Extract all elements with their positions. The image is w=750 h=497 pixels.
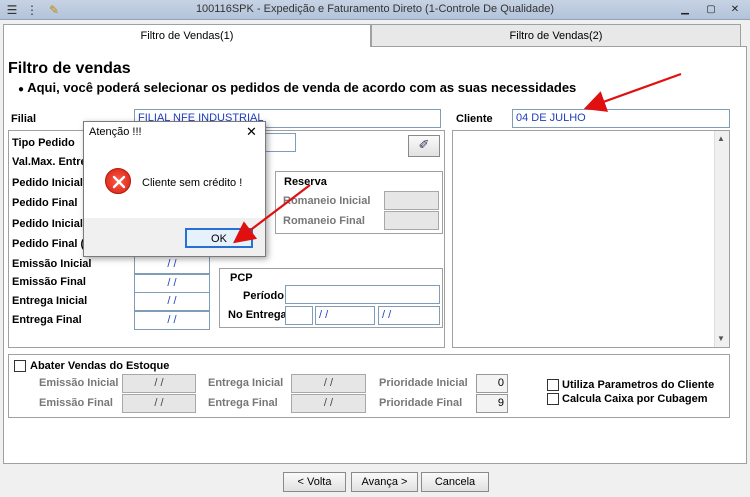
abater-entrega-inicial-label: Entrega Inicial — [208, 377, 284, 389]
clear-filter-button[interactable]: ✐ — [408, 135, 440, 157]
abater-emissao-inicial-label: Emissão Inicial — [39, 377, 119, 389]
entrega-final-input[interactable]: / / — [134, 311, 210, 330]
pcp-date-start-input[interactable]: / / — [315, 306, 375, 325]
romaneio-final-label: Romaneio Final — [283, 215, 365, 227]
emissao-final-input[interactable]: / / — [134, 274, 210, 293]
pedido-inicial-2-label: Pedido Inicial — [12, 218, 83, 230]
emissao-final-label: Emissão Final — [12, 276, 86, 288]
no-entrega-input[interactable] — [285, 306, 313, 325]
cliente-label: Cliente — [456, 113, 493, 125]
abater-entrega-inicial-input[interactable]: / / — [291, 374, 366, 393]
periodo-label: Período — [243, 290, 284, 302]
abater-emissao-inicial-input[interactable]: / / — [122, 374, 196, 393]
emissao-inicial-label: Emissão Inicial — [12, 258, 92, 270]
pedido-final-2-label: Pedido Final (C — [12, 238, 93, 250]
tipo-pedido-input[interactable] — [264, 133, 296, 152]
pedido-final-label: Pedido Final — [12, 197, 78, 209]
prioridade-inicial-input[interactable]: 0 — [476, 374, 508, 393]
scroll-up-icon[interactable]: ▲ — [717, 134, 725, 143]
reserva-title: Reserva — [284, 176, 327, 188]
dialog-message: Cliente sem crédito ! — [142, 177, 243, 189]
entrega-final-label: Entrega Final — [12, 314, 82, 326]
page-subtitle: ● Aqui, você poderá selecionar os pedido… — [18, 80, 577, 95]
pedido-inicial-label: Pedido Inicial — [12, 177, 83, 189]
cliente-list-scrollbar[interactable] — [714, 131, 729, 347]
tipo-pedido-label: Tipo Pedido — [12, 137, 75, 149]
close-icon[interactable]: ✕ — [726, 3, 744, 17]
abater-entrega-final-label: Entrega Final — [208, 397, 278, 409]
prioridade-inicial-label: Prioridade Inicial — [379, 377, 468, 389]
calcula-caixa-checkbox[interactable] — [547, 393, 559, 405]
window-titlebar: ☰ ⋮ ✎ 100116SPK - Expedição e Faturament… — [0, 0, 750, 20]
dialog-title: Atenção !!! — [89, 126, 142, 138]
cancela-button[interactable]: Cancela — [421, 472, 489, 492]
utiliza-parametros-checkbox[interactable] — [547, 379, 559, 391]
minimize-icon[interactable]: ▁ — [676, 3, 694, 17]
romaneio-final-input[interactable] — [384, 211, 439, 230]
abater-title: Abater Vendas do Estoque — [30, 360, 170, 372]
tab-filtro-vendas-1[interactable]: Filtro de Vendas(1) — [3, 24, 371, 47]
filial-label: Filial — [11, 113, 37, 125]
abater-checkbox[interactable] — [14, 360, 26, 372]
romaneio-inicial-input[interactable] — [384, 191, 439, 210]
tab-filtro-vendas-2[interactable]: Filtro de Vendas(2) — [371, 24, 741, 46]
pcp-title: PCP — [230, 272, 253, 284]
scroll-down-icon[interactable]: ▼ — [717, 334, 725, 343]
voltar-button[interactable]: < Volta — [283, 472, 346, 492]
calcula-caixa-label: Calcula Caixa por Cubagem — [562, 393, 708, 405]
error-icon — [105, 168, 131, 194]
dialog-close-icon[interactable]: ✕ — [246, 124, 257, 140]
emissao-inicial-input[interactable]: / / — [134, 255, 210, 274]
abater-emissao-final-input[interactable]: / / — [122, 394, 196, 413]
abater-entrega-final-input[interactable]: / / — [291, 394, 366, 413]
val-max-label: Val.Max. Entre — [12, 156, 87, 168]
utiliza-parametros-label: Utiliza Parametros do Cliente — [562, 379, 715, 391]
prioridade-final-input[interactable]: 9 — [476, 394, 508, 413]
no-entrega-label: No Entrega — [228, 309, 287, 321]
periodo-input[interactable] — [285, 285, 440, 304]
pcp-date-end-input[interactable]: / / — [378, 306, 440, 325]
entrega-inicial-label: Entrega Inicial — [12, 295, 88, 307]
romaneio-inicial-label: Romaneio Inicial — [283, 195, 371, 207]
page-title: Filtro de vendas — [8, 60, 131, 77]
dialog-ok-button[interactable]: OK — [185, 228, 253, 248]
window-title: 100116SPK - Expedição e Faturamento Dire… — [195, 3, 555, 15]
eraser-icon: ✐ — [418, 137, 430, 152]
cliente-list[interactable] — [452, 130, 730, 348]
cliente-input[interactable]: 04 DE JULHO — [512, 109, 730, 128]
entrega-inicial-input[interactable]: / / — [134, 292, 210, 311]
avanca-button[interactable]: Avança > — [351, 472, 418, 492]
abater-emissao-final-label: Emissão Final — [39, 397, 113, 409]
prioridade-final-label: Prioridade Final — [379, 397, 463, 409]
maximize-icon[interactable]: ▢ — [702, 3, 720, 17]
